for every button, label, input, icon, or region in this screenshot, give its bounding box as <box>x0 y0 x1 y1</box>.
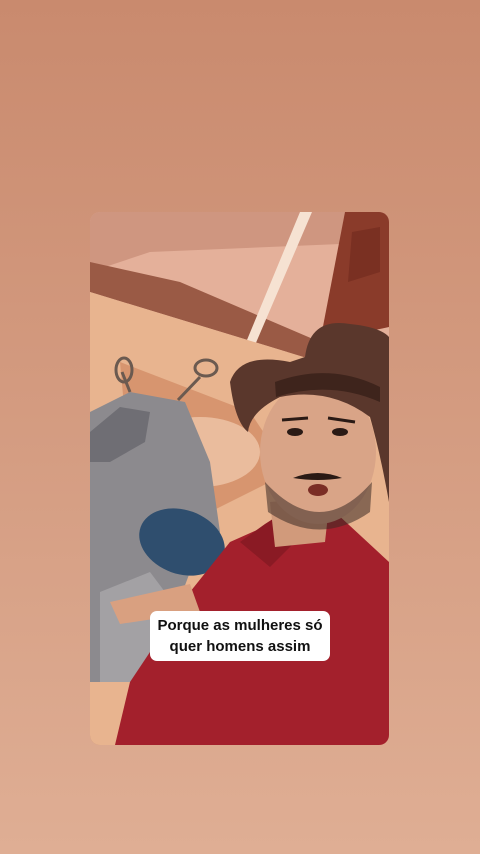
eyebrow-left <box>281 416 309 422</box>
mouth <box>308 484 328 496</box>
eye-left <box>287 428 303 436</box>
story-photo <box>90 212 389 745</box>
caption-line-2: quer homens assim <box>169 638 311 655</box>
story-caption: Porque as mulheres só quer homens assim <box>150 611 330 661</box>
eye-right <box>332 428 348 436</box>
story-card[interactable] <box>90 212 389 745</box>
caption-line-1: Porque as mulheres só <box>157 617 323 634</box>
